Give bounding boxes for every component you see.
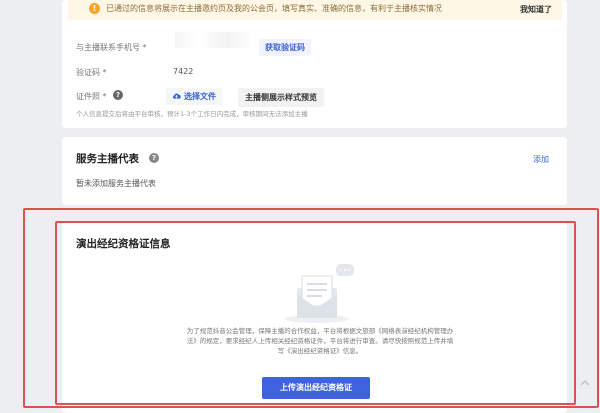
add-representative-link[interactable]: 添加 bbox=[533, 154, 549, 165]
choose-file-label: 选择文件 bbox=[184, 92, 216, 101]
service-section-title: 服务主播代表 bbox=[76, 153, 139, 165]
info-notice-banner: ! 已通过的信息将展示在主播邀约页及我的公会页，填写真实、准确的信息，有利于主播… bbox=[68, 0, 562, 20]
license-photo-label: 证件照 * bbox=[76, 92, 107, 101]
code-label: 验证码 * bbox=[76, 68, 107, 77]
preview-style-button[interactable]: 主播侧展示样式预览 bbox=[238, 88, 324, 107]
service-representative-card bbox=[62, 137, 567, 205]
scroll-up-icon[interactable] bbox=[578, 376, 592, 390]
phone-input-redacted[interactable] bbox=[175, 32, 250, 48]
code-input[interactable]: 7422 bbox=[173, 67, 193, 76]
warning-icon: ! bbox=[89, 3, 100, 14]
empty-representative-text: 暂未添加服务主播代表 bbox=[76, 179, 156, 188]
help-icon[interactable]: ? bbox=[149, 153, 159, 163]
notice-dismiss-button[interactable]: 我知道了 bbox=[520, 4, 552, 15]
phone-label: 与主播联系手机号 * bbox=[76, 43, 147, 52]
get-code-button[interactable]: 获取验证码 bbox=[259, 39, 311, 56]
cloud-upload-icon bbox=[172, 93, 181, 99]
choose-file-button[interactable]: 选择文件 bbox=[166, 88, 222, 105]
form-hint-text: 个人信息提交后将由平台审核，预计1-3个工作日内完成，审核期间无法添加主播 bbox=[76, 110, 308, 118]
notice-text: 已通过的信息将展示在主播邀约页及我的公会页，填写真实、准确的信息，有利于主播核实… bbox=[106, 4, 442, 13]
highlight-box-inner bbox=[55, 221, 576, 405]
help-icon[interactable]: ? bbox=[113, 90, 123, 100]
